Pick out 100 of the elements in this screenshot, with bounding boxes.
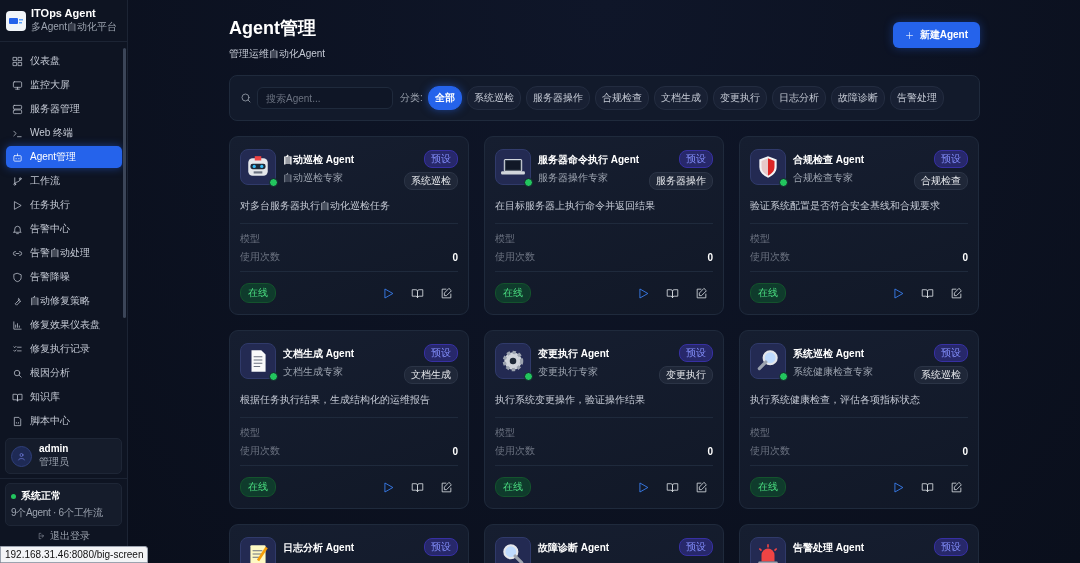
edit-icon[interactable]: [695, 480, 708, 494]
agent-role: 合规检查专家: [793, 171, 854, 185]
nav-item[interactable]: 根因分析: [6, 362, 122, 384]
model-label: 模型: [750, 232, 771, 246]
status-title: 系统正常: [21, 489, 61, 503]
nav-item[interactable]: 仪表盘: [6, 50, 122, 72]
status-badge: 在线: [240, 283, 276, 303]
usage-label: 使用次数: [750, 444, 790, 458]
play-icon: [12, 199, 23, 211]
preset-badge: 预设: [424, 344, 458, 362]
category-tag: 服务器操作: [649, 172, 713, 190]
category-chip[interactable]: 告警处理: [889, 86, 944, 110]
status-badge: 在线: [240, 477, 276, 497]
run-icon[interactable]: [382, 480, 395, 494]
category-chip[interactable]: 文档生成: [653, 86, 708, 110]
model-label: 模型: [240, 232, 261, 246]
nav-item[interactable]: 告警中心: [6, 218, 122, 240]
nav-item[interactable]: 修复执行记录: [6, 338, 122, 360]
monitor-icon: [12, 79, 23, 91]
agent-description: 根据任务执行结果，生成结构化的运维报告: [240, 393, 458, 418]
nav-item[interactable]: 自动修复策略: [6, 290, 122, 312]
nav-item[interactable]: 脚本中心: [6, 410, 122, 432]
server-icon: [12, 103, 23, 115]
usage-label: 使用次数: [240, 250, 280, 264]
preset-badge: 预设: [679, 538, 713, 556]
scrollbar[interactable]: [123, 48, 126, 318]
page-title: Agent管理: [229, 17, 317, 40]
preset-badge: 预设: [934, 538, 968, 556]
run-icon[interactable]: [892, 480, 905, 494]
run-icon[interactable]: [637, 286, 650, 300]
nav-item[interactable]: 工作流: [6, 170, 122, 192]
search-icon: [12, 367, 23, 379]
usage-count: 0: [707, 251, 713, 263]
category-chip[interactable]: 系统巡检: [466, 86, 521, 110]
run-icon[interactable]: [382, 286, 395, 300]
logout-link[interactable]: 退出登录: [0, 529, 127, 543]
file-icon: [12, 415, 23, 427]
usage-label: 使用次数: [240, 444, 280, 458]
preset-badge: 预设: [424, 538, 458, 556]
category-chip[interactable]: 合规检查: [594, 86, 649, 110]
category-chip[interactable]: 全部: [427, 86, 462, 110]
run-icon[interactable]: [637, 480, 650, 494]
user-card[interactable]: admin 管理员: [5, 438, 122, 474]
book-icon[interactable]: [666, 480, 679, 494]
agent-name: 文档生成 Agent: [283, 347, 356, 361]
run-icon[interactable]: [892, 286, 905, 300]
preset-badge: 预设: [679, 150, 713, 168]
book-icon[interactable]: [921, 286, 934, 300]
usage-count: 0: [452, 251, 458, 263]
category-tag: 变更执行: [659, 366, 713, 384]
nav-item[interactable]: Web 终端: [6, 122, 122, 144]
new-agent-button[interactable]: 新建Agent: [892, 22, 980, 48]
category-tag: 系统巡检: [914, 366, 968, 384]
status-detail: 9个Agent · 6个工作流: [11, 506, 104, 520]
book-icon[interactable]: [666, 286, 679, 300]
book-icon[interactable]: [411, 286, 424, 300]
book-icon[interactable]: [411, 480, 424, 494]
nav-item[interactable]: 告警降噪: [6, 266, 122, 288]
search-field[interactable]: 搜索Agent...: [257, 87, 393, 109]
magnifier-icon: [500, 542, 526, 563]
user-name: admin: [39, 443, 69, 454]
nav-item[interactable]: Agent管理: [6, 146, 122, 168]
shield-icon: [12, 271, 23, 283]
robot-icon: [12, 151, 23, 163]
agent-role: 文档生成专家: [283, 365, 344, 379]
book-icon[interactable]: [921, 480, 934, 494]
category-chip[interactable]: 服务器操作: [525, 86, 590, 110]
usage-label: 使用次数: [750, 250, 790, 264]
usage-label: 使用次数: [495, 444, 535, 458]
edit-icon[interactable]: [950, 480, 963, 494]
edit-icon[interactable]: [950, 286, 963, 300]
category-chip[interactable]: 变更执行: [712, 86, 767, 110]
agent-role: 系统健康检查专家: [793, 365, 874, 379]
usage-count: 0: [452, 445, 458, 457]
nav-item[interactable]: 监控大屏: [6, 74, 122, 96]
agent-name: 合规检查 Agent: [793, 153, 866, 167]
edit-icon[interactable]: [440, 480, 453, 494]
agent-description: 执行系统健康检查，评估各项指标状态: [750, 393, 968, 418]
agent-role: 变更执行专家: [538, 365, 599, 379]
app-logo: [6, 10, 26, 31]
edit-icon[interactable]: [695, 286, 708, 300]
nav-item[interactable]: 任务执行: [6, 194, 122, 216]
list-icon: [12, 343, 23, 355]
status-badge: 在线: [495, 477, 531, 497]
agent-role: 自动巡检专家: [283, 171, 344, 185]
category-chip[interactable]: 日志分析: [771, 86, 826, 110]
nav-item[interactable]: 服务器管理: [6, 98, 122, 120]
link-url-tooltip: 192.168.31.46:8080/big-screen: [0, 546, 149, 563]
category-chip[interactable]: 故障诊断: [830, 86, 885, 110]
edit-icon[interactable]: [440, 286, 453, 300]
status-badge: 在线: [750, 477, 786, 497]
nav-item[interactable]: 修复效果仪表盘: [6, 314, 122, 336]
preset-badge: 预设: [424, 150, 458, 168]
preset-badge: 预设: [679, 344, 713, 362]
category-tag: 文档生成: [404, 366, 458, 384]
nav-item[interactable]: 告警自动处理: [6, 242, 122, 264]
wrench-icon: [12, 295, 23, 307]
nav-item[interactable]: 知识库: [6, 386, 122, 408]
siren-icon: [755, 542, 781, 563]
branch-icon: [12, 175, 23, 187]
